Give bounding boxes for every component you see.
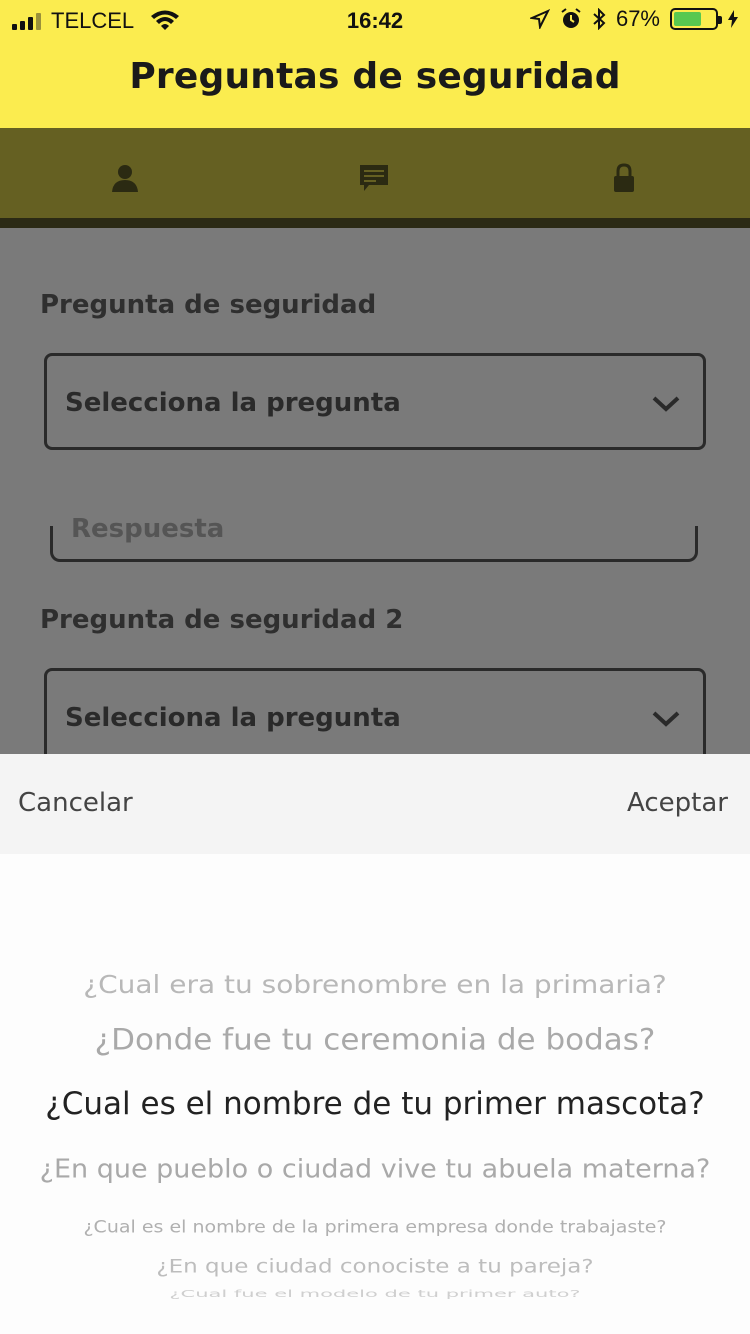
message-icon (360, 165, 388, 191)
page-title: Preguntas de seguridad (129, 56, 621, 97)
question1-value: Selecciona la pregunta (65, 388, 401, 418)
answer1-field[interactable]: Respuesta (50, 514, 698, 562)
battery-percent: 67% (615, 6, 660, 31)
question2-select[interactable]: Selecciona la pregunta (44, 668, 706, 765)
picker-option-selected[interactable]: ¿Cual es el nombre de tu primer mascota? (0, 1086, 750, 1122)
picker-toolbar: Cancelar Aceptar (0, 754, 750, 854)
question2-label: Pregunta de seguridad 2 (40, 605, 404, 635)
question2-value: Selecciona la pregunta (65, 703, 401, 733)
question1-label: Pregunta de seguridad (40, 290, 377, 320)
chevron-down-icon (652, 396, 680, 412)
bluetooth-icon (593, 8, 606, 30)
user-icon (112, 165, 138, 192)
picker-option[interactable]: ¿Cual es el nombre de la primera empresa… (0, 1217, 750, 1237)
accept-button[interactable]: Aceptar (627, 788, 728, 818)
charging-icon (728, 10, 738, 28)
battery-icon (670, 8, 722, 30)
picker-option[interactable]: ¿En que ciudad conociste a tu pareja? (0, 1257, 750, 1278)
picker-option[interactable]: ¿Donde fue tu ceremonia de bodas? (0, 1023, 750, 1057)
header-area: TELCEL 16:42 67% Preguntas de seguridad (0, 0, 750, 128)
question1-select[interactable]: Selecciona la pregunta (44, 353, 706, 450)
tab-security[interactable] (604, 158, 644, 198)
picker-option[interactable]: ¿Cual fue el modelo de tu primer auto? (0, 1289, 750, 1300)
answer1-placeholder: Respuesta (71, 514, 225, 544)
cancel-button[interactable]: Cancelar (18, 788, 133, 818)
tab-questions[interactable] (354, 158, 394, 198)
tab-indicator (0, 218, 750, 228)
tab-profile[interactable] (105, 158, 145, 198)
status-bar: TELCEL 16:42 67% (0, 0, 750, 40)
tab-bar (0, 128, 750, 228)
picker-option[interactable]: ¿Cual era tu sobrenombre en la primaria? (0, 970, 750, 999)
chevron-down-icon (652, 711, 680, 727)
question-picker[interactable]: ¿Cual era tu sobrenombre en la primaria?… (0, 854, 750, 1334)
form-overlay: Pregunta de seguridad Selecciona la preg… (0, 228, 750, 765)
picker-option[interactable]: ¿En que pueblo o ciudad vive tu abuela m… (0, 1155, 750, 1184)
alarm-icon (561, 8, 581, 28)
location-icon (529, 9, 550, 29)
lock-icon (614, 163, 634, 192)
